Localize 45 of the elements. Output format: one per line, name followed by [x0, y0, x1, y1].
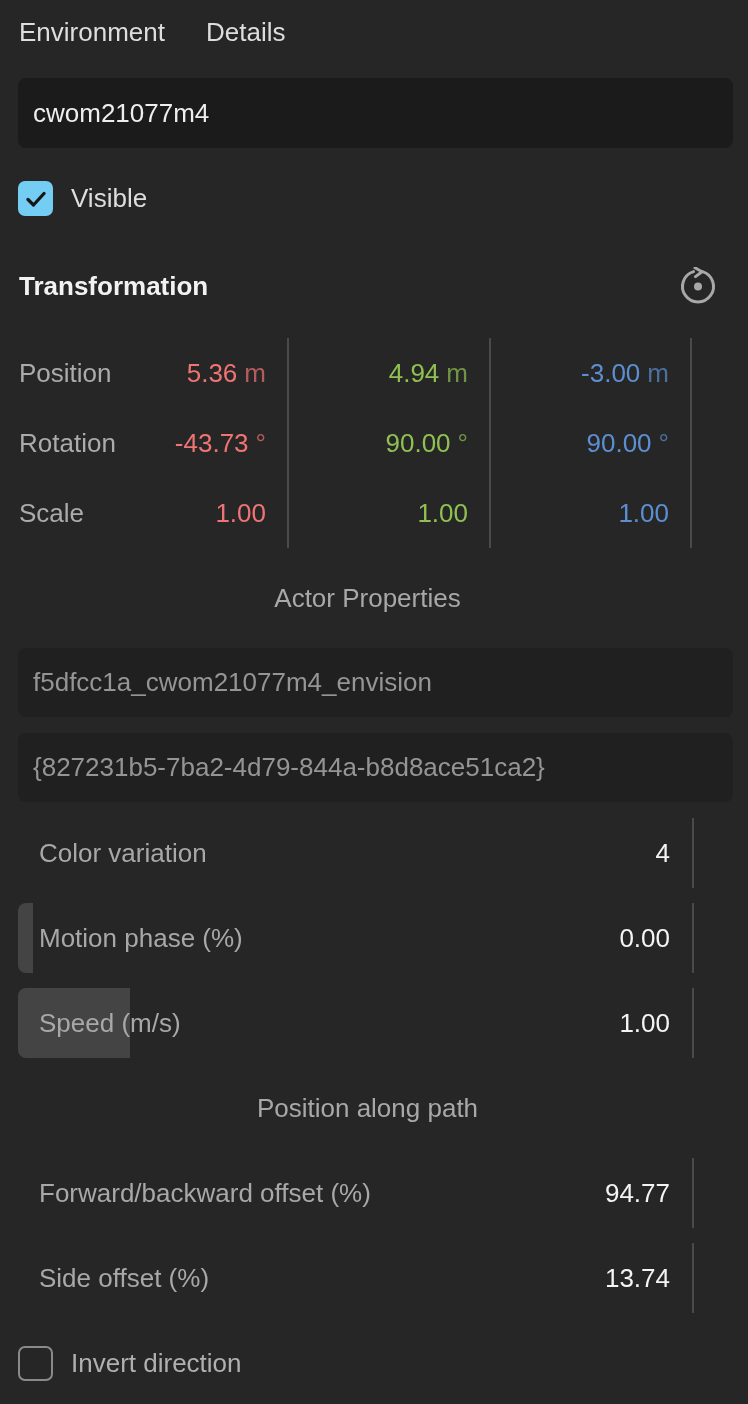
section-heading: Position along path: [256, 1093, 479, 1123]
checkbox[interactable]: [18, 1346, 53, 1381]
number-field[interactable]: Side offset (%) 13.74: [18, 1243, 694, 1313]
row-label: Rotation: [19, 427, 116, 459]
unit-text: m: [647, 357, 669, 389]
check-icon: [25, 190, 46, 207]
field-label: Side offset (%): [39, 1262, 210, 1294]
unit-text: m: [446, 357, 468, 389]
unit-text: °: [457, 427, 468, 459]
checkbox[interactable]: [18, 181, 53, 216]
value-text[interactable]: -43.73: [174, 427, 249, 459]
field-value: 1.00: [619, 1007, 670, 1039]
row-label: Scale: [19, 497, 85, 529]
section-title: Transformation: [18, 270, 209, 302]
tab[interactable]: Environment: [19, 17, 165, 47]
row-label: Position: [19, 357, 112, 389]
value-text[interactable]: 5.36: [186, 357, 238, 389]
value-text[interactable]: 1.00: [618, 497, 669, 529]
section-heading: Actor Properties: [274, 583, 461, 613]
slider-field[interactable]: Speed (m/s) 1.00: [18, 988, 694, 1058]
unit-text: °: [255, 427, 266, 459]
field-label: Color variation: [39, 837, 207, 869]
value-text[interactable]: 1.00: [215, 497, 266, 529]
field-label: Speed (m/s): [39, 1007, 181, 1039]
slider-field[interactable]: Motion phase (%) 0.00: [18, 903, 694, 973]
tab[interactable]: Details: [205, 17, 286, 47]
unit-text: °: [658, 427, 669, 459]
field-value: 94.77: [604, 1177, 670, 1209]
field-value: 4: [655, 837, 670, 869]
name-field[interactable]: cwom21077m4: [18, 78, 733, 148]
value-text[interactable]: 90.00: [385, 427, 451, 459]
reset-icon[interactable]: [679, 267, 717, 305]
value-text[interactable]: 1.00: [417, 497, 468, 529]
number-field[interactable]: Forward/backward offset (%) 94.77: [18, 1158, 694, 1228]
field-label: Forward/backward offset (%): [39, 1177, 371, 1209]
value-text[interactable]: 4.94: [388, 357, 440, 389]
field-value: 13.74: [604, 1262, 670, 1294]
field-label: Motion phase (%): [39, 922, 243, 954]
value-text[interactable]: 90.00: [586, 427, 652, 459]
field-value: 0.00: [619, 922, 670, 954]
checkbox-label: Invert direction: [71, 1348, 242, 1379]
checkbox-label: Visible: [71, 183, 148, 214]
number-field[interactable]: Color variation 4: [18, 818, 694, 888]
value-text[interactable]: -3.00: [581, 357, 641, 389]
unit-text: m: [244, 357, 266, 389]
